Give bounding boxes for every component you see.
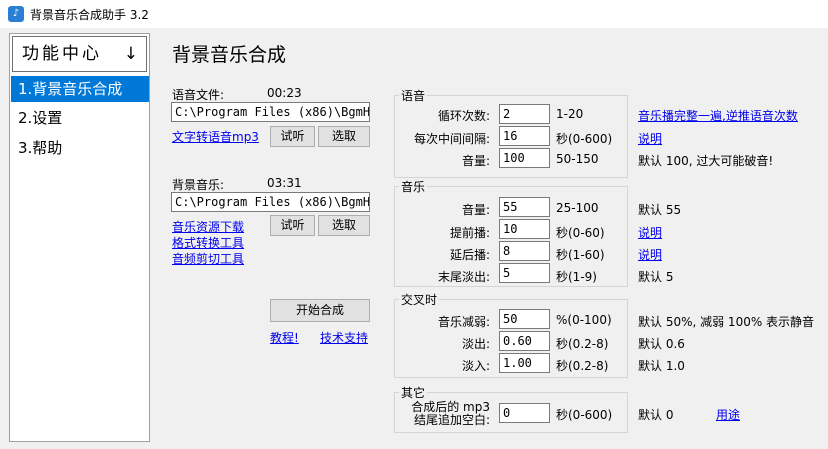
music-volume-note: 默认 55 <box>638 203 682 217</box>
play-late-range: 秒(1-60) <box>556 248 605 262</box>
voice-group-title: 语音 <box>399 87 428 104</box>
voice-preview-button[interactable]: 试听 <box>270 126 315 147</box>
play-early-range: 秒(0-60) <box>556 226 605 240</box>
interval-range: 秒(0-600) <box>556 132 613 146</box>
music-reduce-label: 音乐减弱: <box>437 315 490 329</box>
crossfade-group-title: 交叉时 <box>399 291 440 308</box>
music-volume-input[interactable]: 55 <box>499 197 550 217</box>
fade-out-end-note: 默认 5 <box>638 270 674 284</box>
reverse-calc-voice-count-link[interactable]: 音乐播完整一遍,逆推语音次数 <box>638 107 798 124</box>
crossfade-in-range: 秒(0.2-8) <box>556 359 609 373</box>
voice-volume-label: 音量: <box>461 154 490 168</box>
music-resource-download-link[interactable]: 音乐资源下载 <box>172 218 244 235</box>
loop-count-input[interactable]: 2 <box>499 104 550 124</box>
crossfade-out-note: 默认 0.6 <box>638 337 685 351</box>
sidebar: 功能中心 ↓ 1.背景音乐合成 2.设置 3.帮助 <box>9 33 150 442</box>
music-reduce-range: %(0-100) <box>556 313 612 327</box>
crossfade-in-input[interactable]: 1.00 <box>499 353 550 373</box>
function-center-header[interactable]: 功能中心 ↓ <box>12 36 147 72</box>
function-center-label: 功能中心 <box>22 44 102 64</box>
music-choose-button[interactable]: 选取 <box>318 215 370 236</box>
play-late-label: 延后播: <box>449 248 490 262</box>
arrow-down-icon: ↓ <box>123 44 138 64</box>
voice-file-label: 语音文件: <box>172 88 225 102</box>
music-reduce-input[interactable]: 50 <box>499 309 550 329</box>
append-silence-label-line2: 结尾追加空白: <box>413 413 490 427</box>
music-preview-button[interactable]: 试听 <box>270 215 315 236</box>
voice-duration: 00:23 <box>267 86 302 100</box>
append-silence-input[interactable]: 0 <box>499 403 550 423</box>
append-silence-label: 合成后的 mp3 结尾追加空白: <box>394 401 490 427</box>
sidebar-item-help[interactable]: 3.帮助 <box>11 135 149 161</box>
play-early-label: 提前播: <box>449 226 490 240</box>
fade-out-end-label: 末尾淡出: <box>437 270 490 284</box>
audio-cut-tool-link[interactable]: 音频剪切工具 <box>172 250 244 267</box>
music-file-label: 背景音乐: <box>172 178 225 192</box>
other-group-title: 其它 <box>399 384 428 401</box>
play-early-help-link[interactable]: 说明 <box>638 224 662 241</box>
music-reduce-note: 默认 50%, 减弱 100% 表示静音 <box>638 315 815 329</box>
music-file-path-input[interactable]: C:\Program Files (x86)\BgmHelper <box>171 192 370 212</box>
play-early-input[interactable]: 10 <box>499 219 550 239</box>
sidebar-item-bgm-merge[interactable]: 1.背景音乐合成 <box>11 76 149 102</box>
crossfade-in-note: 默认 1.0 <box>638 359 685 373</box>
play-late-input[interactable]: 8 <box>499 241 550 261</box>
tech-support-link[interactable]: 技术支持 <box>320 329 368 346</box>
crossfade-out-range: 秒(0.2-8) <box>556 337 609 351</box>
append-silence-range: 秒(0-600) <box>556 408 613 422</box>
interval-label: 每次中间间隔: <box>413 132 490 146</box>
voice-volume-range: 50-150 <box>556 152 599 166</box>
voice-volume-note: 默认 100, 过大可能破音! <box>638 154 774 168</box>
crossfade-out-input[interactable]: 0.60 <box>499 331 550 351</box>
text-to-speech-link[interactable]: 文字转语音mp3 <box>172 128 259 145</box>
window-title: 背景音乐合成助手 3.2 <box>30 8 149 22</box>
page-title: 背景音乐合成 <box>172 44 287 66</box>
loop-count-label: 循环次数: <box>437 109 490 123</box>
append-silence-note: 默认 0 <box>638 408 674 422</box>
voice-choose-button[interactable]: 选取 <box>318 126 370 147</box>
append-silence-usage-link[interactable]: 用途 <box>716 406 740 423</box>
fade-out-end-input[interactable]: 5 <box>499 263 550 283</box>
play-late-help-link[interactable]: 说明 <box>638 246 662 263</box>
tutorial-link[interactable]: 教程! <box>270 329 299 346</box>
fade-out-end-range: 秒(1-9) <box>556 270 597 284</box>
loop-count-range: 1-20 <box>556 107 584 121</box>
music-duration: 03:31 <box>267 176 302 190</box>
sidebar-item-settings[interactable]: 2.设置 <box>11 105 149 131</box>
start-merge-button[interactable]: 开始合成 <box>270 299 370 322</box>
voice-file-path-input[interactable]: C:\Program Files (x86)\BgmHelper <box>171 102 370 122</box>
voice-volume-input[interactable]: 100 <box>499 148 550 168</box>
music-group-title: 音乐 <box>399 178 428 195</box>
interval-help-link[interactable]: 说明 <box>638 130 662 147</box>
music-note-icon: ♪ <box>8 6 24 22</box>
music-volume-range: 25-100 <box>556 201 599 215</box>
crossfade-in-label: 淡入: <box>461 359 490 373</box>
music-volume-label: 音量: <box>461 203 490 217</box>
crossfade-out-label: 淡出: <box>461 337 490 351</box>
format-convert-tool-link[interactable]: 格式转换工具 <box>172 234 244 251</box>
interval-input[interactable]: 16 <box>499 126 550 146</box>
